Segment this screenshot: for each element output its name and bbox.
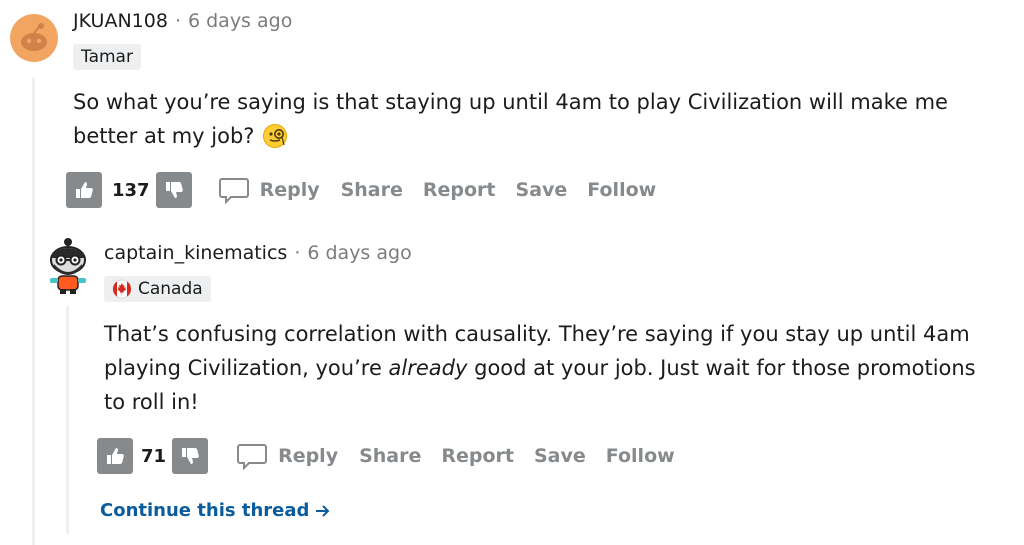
reply-button[interactable]: Reply	[218, 174, 320, 206]
username[interactable]: JKUAN108	[73, 10, 168, 32]
reply-label: Reply	[278, 445, 339, 467]
share-button[interactable]: Share	[359, 445, 421, 467]
report-button[interactable]: Report	[423, 179, 496, 201]
emphasis-text: already	[388, 356, 468, 380]
arrow-right-icon	[316, 504, 330, 517]
comment-line: So what you’re saying is that staying up…	[73, 90, 948, 114]
follow-button[interactable]: Follow	[587, 179, 656, 201]
action-bar: 137 Reply Share Report Save Follow	[66, 172, 656, 208]
thumbs-down-icon	[165, 182, 183, 198]
flair-label: Tamar	[81, 47, 133, 67]
reply-button[interactable]: Reply	[236, 440, 338, 472]
thumbs-up-icon	[107, 448, 124, 464]
vote-count: 71	[141, 445, 167, 467]
comment-text: good at your job. Just wait for those pr…	[467, 356, 976, 380]
reply-label: Reply	[259, 179, 320, 201]
snoo-avatar-icon	[10, 14, 58, 62]
thread-line-1[interactable]	[32, 78, 35, 545]
thumbs-up-icon	[76, 182, 93, 198]
comment-text: playing Civilization, you’re	[104, 356, 389, 380]
comment-line: That’s confusing correlation with causal…	[104, 322, 970, 346]
comment-body: So what you’re saying is that staying up…	[73, 85, 1013, 153]
comment-header: JKUAN108 · 6 days ago	[73, 10, 292, 32]
action-bar: 71 Reply Share Report Save Follow	[97, 438, 675, 474]
report-button[interactable]: Report	[441, 445, 514, 467]
comment-line: better at my job?	[73, 119, 1013, 153]
user-flair: Tamar	[73, 44, 141, 70]
share-button[interactable]: Share	[341, 179, 403, 201]
custom-snoo-avatar-icon	[50, 238, 86, 294]
separator: ·	[294, 242, 301, 264]
avatar[interactable]	[10, 14, 58, 62]
avatar[interactable]	[46, 236, 90, 296]
upvote-button[interactable]	[66, 172, 102, 208]
downvote-button[interactable]	[172, 438, 209, 474]
timestamp[interactable]: 6 days ago	[188, 10, 292, 32]
comment-line: to roll in!	[104, 390, 199, 414]
comment-header: captain_kinematics · 6 days ago	[104, 242, 412, 264]
comment-line: playing Civilization, you’re already goo…	[104, 351, 1014, 385]
comment-bubble-icon	[218, 178, 249, 205]
comment-bubble-icon	[237, 444, 268, 471]
flair-label: Canada	[138, 279, 203, 299]
thumbs-down-icon	[182, 448, 199, 464]
comment-line-text: better at my job?	[73, 124, 255, 148]
upvote-button[interactable]	[97, 438, 133, 474]
separator: ·	[174, 10, 181, 32]
continue-thread-label: Continue this thread	[100, 500, 310, 521]
vote-count: 137	[112, 179, 150, 201]
username[interactable]: captain_kinematics	[104, 242, 287, 264]
continue-thread-link[interactable]: Continue this thread	[100, 500, 331, 521]
save-button[interactable]: Save	[534, 445, 586, 467]
timestamp[interactable]: 6 days ago	[307, 242, 411, 264]
thread-line-2[interactable]	[66, 306, 69, 534]
save-button[interactable]: Save	[516, 179, 568, 201]
downvote-button[interactable]	[155, 172, 192, 208]
canada-flag-icon	[112, 279, 132, 299]
follow-button[interactable]: Follow	[606, 445, 675, 467]
user-flair: Canada	[104, 276, 211, 302]
face-with-monocle-icon	[263, 124, 288, 148]
comment-body: That’s confusing correlation with causal…	[104, 317, 1014, 419]
